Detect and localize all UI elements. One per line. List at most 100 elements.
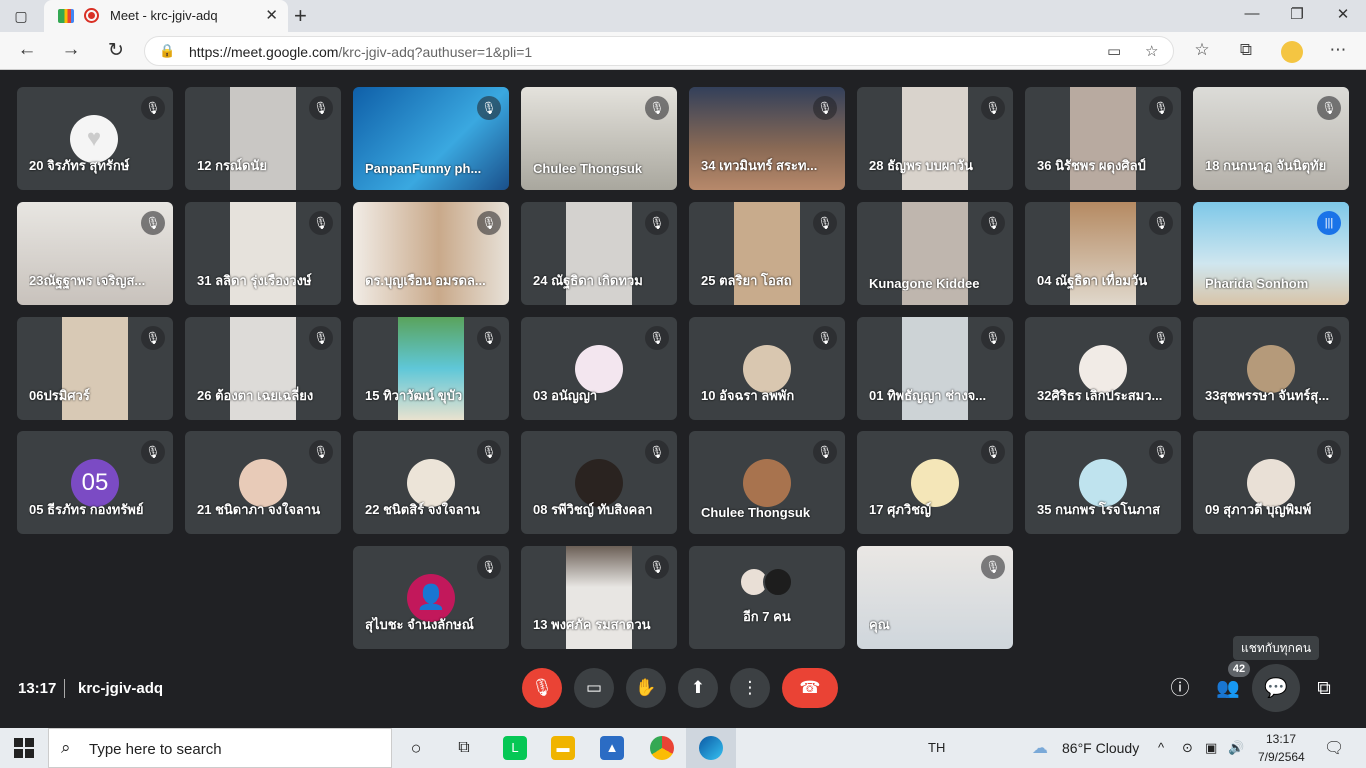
chat-tooltip: แชทกับทุกคน — [1233, 636, 1320, 660]
task-view-icon[interactable]: ⧉ — [452, 736, 476, 760]
participant-tile[interactable]: ♥ 🎙 20 จิรภัทร สุทรักษ์ — [17, 87, 173, 190]
participant-tile[interactable]: 🎙 10 อัจฉรา ลพพัก — [689, 317, 845, 420]
participant-tile[interactable]: 🎙 33สุชพรรษา จันทร์สุ... — [1193, 317, 1349, 420]
new-tab-button[interactable]: + — [294, 3, 307, 29]
participant-tile[interactable]: 🎙 24 ณัฐธิดา เกิดทวม — [521, 202, 677, 305]
participant-tile[interactable]: 🎙 34 เทวมินทร์ สระท... — [689, 87, 845, 190]
participant-tile[interactable]: 🎙 36 นิรัชพร ผดุงศิลป์ — [1025, 87, 1181, 190]
camera-tray-icon[interactable]: ⊙ — [1182, 740, 1193, 756]
volume-icon[interactable]: 🔊 — [1228, 740, 1244, 756]
present-screen-button[interactable]: ⬆ — [678, 668, 718, 708]
mic-off-icon: 🎙 — [813, 211, 837, 235]
participant-tile[interactable]: 🎙 21 ชนิดาภา จงใจลาน — [185, 431, 341, 534]
participant-tile[interactable]: 🎙 31 ลลิดา รุ่งเรืองวงษ์ — [185, 202, 341, 305]
mic-off-icon: 🎙 — [645, 326, 669, 350]
photos-icon[interactable]: ▲ — [600, 736, 624, 760]
participant-tile[interactable]: 🎙 15 ทิวาวัฒน์ ขุบัว — [353, 317, 509, 420]
participant-tile[interactable]: 👤 🎙 สุไบชะ จำนงลักษณ์ — [353, 546, 509, 649]
raise-hand-button[interactable]: ✋ — [626, 668, 666, 708]
leave-call-button[interactable]: ☎ — [782, 668, 838, 708]
taskbar-search[interactable]: ⌕ Type here to search — [48, 728, 392, 768]
windows-start-icon[interactable] — [14, 738, 34, 758]
tab-close-icon[interactable]: ✕ — [265, 6, 278, 24]
participant-name: Chulee Thongsuk — [701, 505, 811, 520]
participant-tile[interactable]: 🎙 25 ตลริยา โอสถ — [689, 202, 845, 305]
participant-tile[interactable]: 🎙 Chulee Thongsuk — [521, 87, 677, 190]
window-close-icon[interactable]: ✕ — [1328, 5, 1358, 23]
participant-tile[interactable]: 🎙 35 กนกพร โรจโนภาส — [1025, 431, 1181, 534]
file-explorer-icon[interactable]: ▬ — [551, 736, 575, 760]
tray-chevron-icon[interactable]: ^ — [1158, 740, 1164, 755]
chrome-icon[interactable] — [650, 736, 674, 760]
meeting-details-icon[interactable]: ⓘ — [1167, 676, 1193, 702]
participant-tile[interactable]: 🎙 ดร.บุญเรือน อมรดล... — [353, 202, 509, 305]
taskbar-date[interactable]: 7/9/2564 — [1258, 750, 1305, 764]
participant-tile[interactable]: 05 🎙 05 ธีรภัทร กองทรัพย์ — [17, 431, 173, 534]
notification-icon[interactable]: 🗨 — [1324, 738, 1344, 758]
tab-actions-icon[interactable]: ▢ — [10, 6, 32, 26]
address-bar[interactable]: 🔒 https://meet.google.com/krc-jgiv-adq?a… — [144, 36, 1174, 66]
more-menu-icon[interactable]: ⋯ — [1326, 40, 1350, 60]
participant-tile[interactable]: 🎙 03 อนัญญา — [521, 317, 677, 420]
mic-off-icon: 🎙 — [645, 96, 669, 120]
participant-tile[interactable]: 🎙 23ณัฐฐาพร เจริญส... — [17, 202, 173, 305]
network-icon[interactable]: ▣ — [1205, 740, 1217, 756]
weather-text[interactable]: 86°F Cloudy — [1062, 740, 1139, 756]
mic-off-icon: 🎙 — [309, 440, 333, 464]
participant-tile[interactable]: 🎙 09 สุภาวดี บุญพิมพ์ — [1193, 431, 1349, 534]
participant-name: PanpanFunny ph... — [365, 161, 482, 176]
url-text: https://meet.google.com/krc-jgiv-adq?aut… — [189, 44, 533, 60]
minimize-icon[interactable]: — — [1237, 5, 1267, 22]
camera-permission-icon[interactable]: ▭ — [1107, 42, 1121, 60]
participant-tile[interactable]: 🎙 04 ณัฐธิดา เทื่อมวัน — [1025, 202, 1181, 305]
search-icon: ⌕ — [61, 738, 71, 757]
participant-tile[interactable]: 🎙 06ปรมิศวร์ — [17, 317, 173, 420]
browser-tab[interactable]: Meet - krc-jgiv-adq ✕ — [44, 0, 288, 32]
participant-tile[interactable]: 🎙 18 กนกนาฏ จันนิตุทัย — [1193, 87, 1349, 190]
participant-tile[interactable]: 🎙 26 ต้องตา เฉยเฉลี่ยง — [185, 317, 341, 420]
participant-tile[interactable]: 🎙 17 ศุภวิชญ์ — [857, 431, 1013, 534]
self-tile[interactable]: 🎙 คุณ — [857, 546, 1013, 649]
participant-tile[interactable]: 🎙 32ศิริธร เลิกประสมว... — [1025, 317, 1181, 420]
edge-icon[interactable] — [699, 736, 723, 760]
activities-icon[interactable]: ⧉ — [1311, 676, 1337, 702]
participant-tile[interactable]: 🎙 22 ชนิตสิร์ จงใจลาน — [353, 431, 509, 534]
participant-tile-speaking[interactable]: ||| Pharida Sonhom — [1193, 202, 1349, 305]
others-tile[interactable]: อีก 7 คน — [689, 546, 845, 649]
cortana-icon[interactable]: ○ — [404, 736, 428, 760]
participant-name: 26 ต้องตา เฉยเฉลี่ยง — [197, 388, 314, 403]
taskbar-time[interactable]: 13:17 — [1266, 732, 1296, 746]
maximize-icon[interactable]: ❐ — [1282, 5, 1312, 23]
participant-tile[interactable]: 🎙 13 พงศภัค รมสาดวน — [521, 546, 677, 649]
participant-name: คุณ — [869, 617, 890, 632]
participant-tile[interactable]: 🎙 PanpanFunny ph... — [353, 87, 509, 190]
more-options-button[interactable]: ⋮ — [730, 668, 770, 708]
chat-icon[interactable]: 💬 — [1263, 676, 1289, 702]
participant-tile[interactable]: 🎙 28 ธัญพร บบผาวัน — [857, 87, 1013, 190]
participant-tile[interactable]: 🎙 01 ทิพธัญญา ช่างจ... — [857, 317, 1013, 420]
line-app-icon[interactable]: L — [503, 736, 527, 760]
participant-tile[interactable]: 🎙 12 กรณ์ดนัย — [185, 87, 341, 190]
profile-avatar[interactable] — [1281, 41, 1303, 63]
camera-toggle-button[interactable]: ▭ — [574, 668, 614, 708]
participant-tile[interactable]: 🎙 Chulee Thongsuk — [689, 431, 845, 534]
speaking-indicator-icon: ||| — [1317, 211, 1341, 235]
participant-name: 34 เทวมินทร์ สระท... — [701, 158, 818, 173]
cloud-icon: ☁ — [1032, 740, 1048, 757]
people-icon[interactable]: 👥 — [1215, 676, 1241, 702]
favorites-icon[interactable]: ☆ — [1190, 40, 1214, 60]
collections-icon[interactable]: ⧉ — [1234, 40, 1258, 60]
participant-tile[interactable]: 🎙 08 รพีวิชญ์ ทับสิงคลา — [521, 431, 677, 534]
participant-avatar — [743, 459, 791, 507]
meet-control-bar: 13:17 krc-jgiv-adq 🎙 ▭ ✋ ⬆ ⋮ ☎ ⓘ 42 👥 💬 … — [0, 660, 1366, 728]
mic-off-icon: 🎙 — [477, 555, 501, 579]
forward-icon[interactable]: → — [58, 39, 84, 61]
favorite-add-icon[interactable]: ☆ — [1145, 42, 1158, 60]
meet-favicon-icon — [58, 9, 74, 23]
reload-icon[interactable]: ↻ — [103, 39, 129, 62]
participant-tile[interactable]: 🎙 Kunagone Kiddee — [857, 202, 1013, 305]
back-icon[interactable]: ← — [14, 39, 40, 61]
mic-toggle-button[interactable]: 🎙 — [522, 668, 562, 708]
input-language[interactable]: TH — [928, 740, 945, 755]
mic-off-icon: 🎙 — [1149, 440, 1173, 464]
